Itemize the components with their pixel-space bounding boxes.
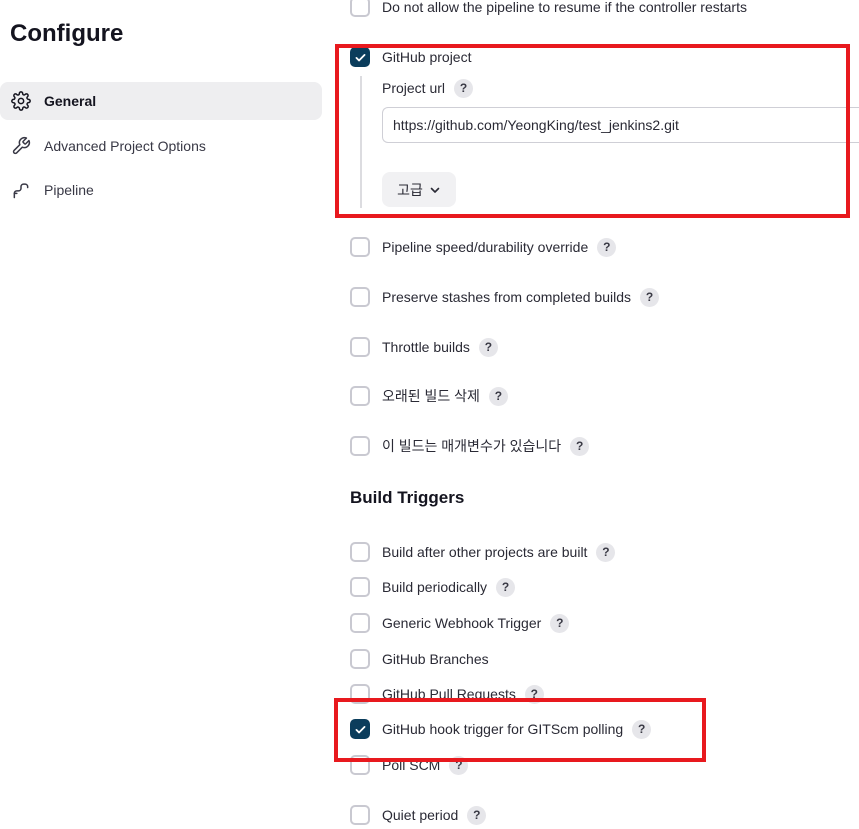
trigger-label: Generic Webhook Trigger (382, 615, 542, 631)
project-url-label-text: Project url (382, 80, 446, 96)
option-label: Preserve stashes from completed builds (382, 289, 631, 305)
pipeline-speed-checkbox[interactable] (350, 237, 370, 257)
trigger-github-pull-requests[interactable]: GitHub Pull Requests ? (350, 683, 544, 705)
wrench-icon (10, 135, 32, 157)
trigger-checkbox[interactable] (350, 577, 370, 597)
page-title: Configure (10, 20, 124, 47)
pipeline-icon (10, 179, 32, 201)
nested-section-line (360, 76, 362, 208)
trigger-checkbox-checked[interactable] (350, 719, 370, 739)
github-project-checkbox[interactable] (350, 47, 370, 67)
help-icon[interactable]: ? (467, 805, 487, 825)
option-label: Pipeline speed/durability override (382, 239, 589, 255)
sidebar-item-label: Pipeline (44, 182, 94, 198)
advanced-button-label: 고급 (397, 181, 423, 198)
project-url-input[interactable] (382, 107, 859, 143)
project-url-label: Project url ? (382, 77, 474, 99)
help-icon[interactable]: ? (454, 78, 474, 98)
help-icon[interactable]: ? (596, 542, 616, 562)
trigger-checkbox[interactable] (350, 649, 370, 669)
option-label: Throttle builds (382, 339, 470, 355)
trigger-label: GitHub Pull Requests (382, 686, 516, 702)
resume-option[interactable]: Do not allow the pipeline to resume if t… (350, 0, 747, 18)
trigger-checkbox[interactable] (350, 613, 370, 633)
trigger-checkbox[interactable] (350, 684, 370, 704)
help-icon[interactable]: ? (478, 337, 498, 357)
sidebar-item-label: General (44, 93, 97, 109)
build-triggers-heading: Build Triggers (350, 488, 465, 507)
sidebar-item-label: Advanced Project Options (44, 138, 206, 154)
checkmark-icon (355, 53, 365, 61)
discard-old-builds-checkbox[interactable] (350, 386, 370, 406)
trigger-github-hook[interactable]: GitHub hook trigger for GITScm polling ? (340, 708, 700, 750)
github-project-option[interactable]: GitHub project (350, 46, 471, 68)
help-icon[interactable]: ? (570, 436, 590, 456)
help-icon[interactable]: ? (524, 684, 544, 704)
option-label: 오래된 빌드 삭제 (382, 388, 480, 404)
trigger-checkbox[interactable] (350, 805, 370, 825)
trigger-label: Build after other projects are built (382, 544, 588, 560)
trigger-checkbox[interactable] (350, 755, 370, 775)
trigger-build-periodically[interactable]: Build periodically ? (350, 576, 516, 598)
parameterized-build-option[interactable]: 이 빌드는 매개변수가 있습니다 ? (350, 435, 590, 457)
discard-old-builds-option[interactable]: 오래된 빌드 삭제 ? (350, 385, 508, 407)
help-icon[interactable]: ? (597, 237, 617, 257)
preserve-stashes-checkbox[interactable] (350, 287, 370, 307)
advanced-button[interactable]: 고급 (382, 172, 456, 207)
sidebar-item-pipeline[interactable]: Pipeline (0, 171, 322, 209)
sidebar-item-advanced-project-options[interactable]: Advanced Project Options (0, 127, 322, 165)
trigger-generic-webhook[interactable]: Generic Webhook Trigger ? (350, 612, 570, 634)
trigger-quiet-period[interactable]: Quiet period ? (350, 804, 487, 826)
help-icon[interactable]: ? (632, 719, 652, 739)
resume-option-checkbox[interactable] (350, 0, 370, 17)
preserve-stashes-option[interactable]: Preserve stashes from completed builds ? (350, 286, 659, 308)
trigger-github-branches[interactable]: GitHub Branches (350, 648, 489, 670)
checkmark-icon (355, 725, 365, 733)
help-icon[interactable]: ? (550, 613, 570, 633)
help-icon[interactable]: ? (496, 577, 516, 597)
throttle-builds-option[interactable]: Throttle builds ? (350, 336, 498, 358)
sidebar-item-general[interactable]: General (0, 82, 322, 120)
chevron-down-icon (430, 187, 440, 193)
trigger-label: GitHub hook trigger for GITScm polling (382, 721, 624, 737)
parameterized-build-checkbox[interactable] (350, 436, 370, 456)
throttle-builds-checkbox[interactable] (350, 337, 370, 357)
trigger-checkbox[interactable] (350, 542, 370, 562)
trigger-label: Quiet period (382, 807, 459, 823)
trigger-label: Build periodically (382, 579, 488, 595)
help-icon[interactable]: ? (488, 386, 508, 406)
help-icon[interactable]: ? (449, 755, 469, 775)
trigger-build-after-other-projects[interactable]: Build after other projects are built ? (350, 541, 616, 563)
trigger-label: Poll SCM (382, 757, 441, 773)
trigger-poll-scm[interactable]: Poll SCM ? (350, 754, 469, 776)
option-label: GitHub project (382, 49, 472, 65)
trigger-label: GitHub Branches (382, 651, 489, 667)
gear-icon (10, 90, 32, 112)
pipeline-speed-option[interactable]: Pipeline speed/durability override ? (350, 236, 617, 258)
option-label: 이 빌드는 매개변수가 있습니다 (382, 438, 562, 454)
option-label: Do not allow the pipeline to resume if t… (382, 0, 747, 15)
help-icon[interactable]: ? (640, 287, 659, 307)
